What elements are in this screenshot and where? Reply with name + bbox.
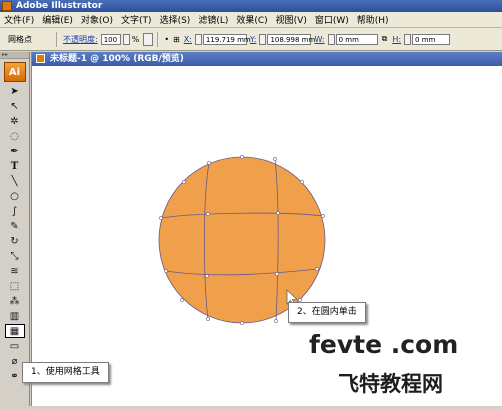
menu-window[interactable]: 窗口(W)	[311, 13, 353, 26]
control-separator	[157, 31, 159, 47]
mesh-point[interactable]	[164, 269, 168, 273]
callout-step2: 2、在圆内单击	[288, 302, 366, 323]
mesh-point[interactable]	[206, 212, 210, 216]
warp-tool-icon[interactable]: ≋	[5, 264, 25, 278]
mesh-point[interactable]	[321, 214, 325, 218]
transform-icon[interactable]: ⊞	[173, 35, 180, 44]
ai-logo: Ai	[3, 62, 26, 82]
menu-effect[interactable]: 效果(C)	[232, 13, 271, 26]
mesh-point[interactable]	[206, 317, 210, 321]
mesh-point[interactable]	[273, 157, 277, 161]
x-label[interactable]: X:	[184, 35, 192, 44]
document-title: 未标题-1 @ 100% (RGB/预览)	[50, 54, 184, 64]
mesh-point[interactable]	[240, 155, 244, 159]
menu-type[interactable]: 文字(T)	[117, 13, 156, 26]
menu-file[interactable]: 文件(F)	[0, 13, 38, 26]
control-tool-name: 网格点	[8, 34, 32, 44]
x-stepper[interactable]	[194, 33, 202, 45]
pencil-tool-icon[interactable]: ✎	[5, 219, 25, 233]
menu-object[interactable]: 对象(O)	[77, 13, 117, 26]
mesh-point[interactable]	[207, 161, 211, 165]
menu-edit[interactable]: 编辑(E)	[38, 13, 77, 26]
watermark-site-name: 飞特教程网	[338, 372, 443, 396]
document-tab[interactable]: 未标题-1 @ 100% (RGB/预览)	[32, 52, 502, 66]
window-titlebar: Adobe Illustrator	[0, 0, 502, 12]
constrain-proportions-icon[interactable]: ⧉	[382, 34, 388, 44]
opacity-stepper[interactable]	[122, 33, 130, 45]
menu-help[interactable]: 帮助(H)	[353, 13, 393, 26]
symbol-sprayer-tool-icon[interactable]: ⁂	[5, 294, 25, 308]
mesh-point[interactable]	[315, 267, 319, 271]
toolbox-grip[interactable]: ▸▸	[0, 52, 29, 59]
document-icon	[36, 54, 45, 63]
watermark-url: fevte .com	[309, 330, 459, 359]
opacity-link[interactable]: 不透明度:	[63, 34, 98, 45]
direct-selection-tool-icon[interactable]: ↖	[5, 99, 25, 113]
toolbox-panel: ▸▸ Ai ➤ ↖ ✲ ◌ ✒ T ╲ ○ ∫ ✎ ↻ ⤡ ≋ ⬚ ⁂ ▥ ▦ …	[0, 52, 30, 406]
h-input[interactable]: 0 mm	[412, 33, 451, 45]
lasso-tool-icon[interactable]: ◌	[5, 129, 25, 143]
menu-bar: 文件(F) 编辑(E) 对象(O) 文字(T) 选择(S) 滤镜(L) 效果(C…	[0, 12, 502, 28]
anchor-point-icon[interactable]: •	[164, 35, 169, 44]
callout-step1: 1、使用网格工具	[22, 362, 109, 383]
window-title: Adobe Illustrator	[16, 1, 103, 11]
mesh-point[interactable]	[240, 321, 244, 325]
control-bar: 网格点 不透明度: 100 % • ⊞ X: 119.719 mm Y: 108…	[0, 28, 502, 51]
line-tool-icon[interactable]: ╲	[5, 174, 25, 188]
ellipse-tool-icon[interactable]: ○	[5, 189, 25, 203]
paintbrush-tool-icon[interactable]: ∫	[5, 204, 25, 218]
pen-tool-icon[interactable]: ✒	[5, 144, 25, 158]
mesh-point[interactable]	[182, 180, 186, 184]
mesh-point[interactable]	[300, 180, 304, 184]
h-label[interactable]: H:	[392, 35, 401, 44]
w-input[interactable]: 0 mm	[335, 33, 378, 45]
mesh-point[interactable]	[159, 216, 163, 220]
gradient-tool-icon[interactable]: ▭	[5, 339, 25, 353]
x-input[interactable]: 119.719 mm	[202, 33, 251, 45]
w-stepper[interactable]	[327, 33, 335, 45]
scale-tool-icon[interactable]: ⤡	[5, 249, 25, 263]
y-label[interactable]: Y:	[250, 35, 257, 44]
selection-tool-icon[interactable]: ➤	[5, 84, 25, 98]
menu-select[interactable]: 选择(S)	[156, 13, 195, 26]
mesh-point[interactable]	[205, 274, 209, 278]
mesh-point[interactable]	[274, 319, 278, 323]
reference-point-icon[interactable]	[143, 32, 154, 46]
w-label[interactable]: W:	[314, 35, 324, 44]
free-transform-tool-icon[interactable]: ⬚	[5, 279, 25, 293]
rotate-tool-icon[interactable]: ↻	[5, 234, 25, 248]
y-stepper[interactable]	[259, 33, 267, 45]
column-graph-tool-icon[interactable]: ▥	[5, 309, 25, 323]
mesh-tool-icon[interactable]: ▦	[4, 324, 25, 338]
magic-wand-tool-icon[interactable]: ✲	[5, 114, 25, 128]
mesh-point[interactable]	[275, 272, 279, 276]
control-separator	[56, 31, 57, 47]
illustrator-app-icon	[2, 1, 12, 11]
menu-view[interactable]: 视图(V)	[272, 13, 311, 26]
mesh-point[interactable]	[180, 298, 184, 302]
opacity-unit: %	[131, 34, 140, 44]
h-stepper[interactable]	[404, 33, 412, 45]
opacity-input[interactable]: 100	[100, 33, 121, 45]
mesh-point[interactable]	[276, 211, 280, 215]
y-input[interactable]: 108.998 mm	[267, 33, 315, 45]
menu-filter[interactable]: 滤镜(L)	[194, 13, 232, 26]
type-tool-icon[interactable]: T	[5, 159, 25, 173]
